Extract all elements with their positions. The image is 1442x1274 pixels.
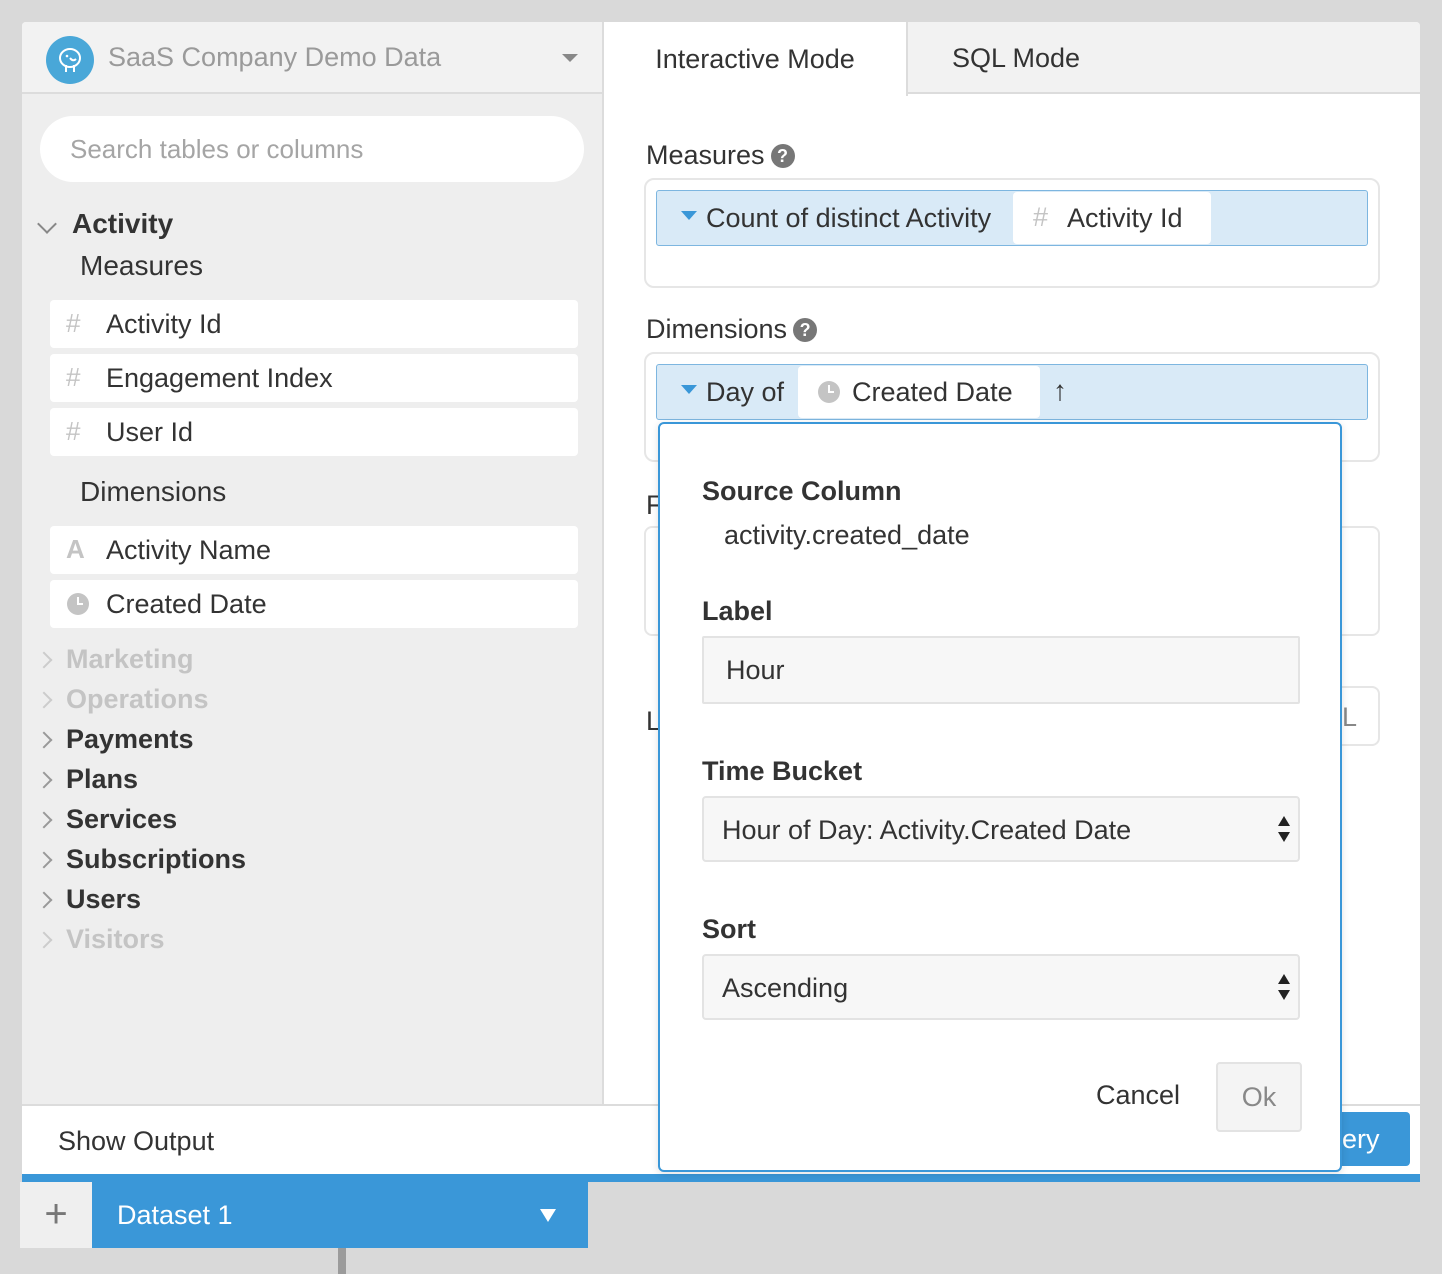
mode-tabs: Interactive Mode SQL Mode — [604, 22, 1420, 96]
dimension-bucket-prefix: Day of — [706, 377, 785, 407]
clock-icon — [67, 593, 89, 615]
chevron-down-icon — [562, 54, 578, 62]
chevron-right-icon — [35, 651, 53, 669]
time-bucket-select[interactable]: Hour of Day: Activity.Created Date — [702, 796, 1300, 862]
measure-field-label: Activity Id — [1067, 203, 1183, 233]
label-input[interactable] — [702, 636, 1300, 704]
dataset-tab-1[interactable]: Dataset 1 — [92, 1182, 588, 1248]
label-field-label: Label — [702, 596, 773, 626]
source-column-label: Source Column — [702, 476, 902, 506]
field-engagement-index[interactable]: # Engagement Index — [50, 354, 578, 402]
caret-down-icon[interactable] — [540, 1209, 556, 1222]
chevron-right-icon — [35, 771, 53, 789]
measures-section-label: Measures? — [646, 140, 795, 171]
measures-group-label: Measures — [80, 250, 203, 281]
datasource-selector[interactable]: SaaS Company Demo Data — [22, 22, 602, 94]
postgresql-elephant-icon — [46, 36, 94, 84]
field-label: Activity Name — [106, 535, 272, 565]
dimension-pill[interactable]: Day of Created Date ↑ — [656, 364, 1368, 420]
chevron-right-icon — [35, 691, 53, 709]
field-created-date[interactable]: Created Date — [50, 580, 578, 628]
cancel-button[interactable]: Cancel — [1096, 1080, 1180, 1111]
chevron-right-icon — [35, 731, 53, 749]
table-label: Services — [66, 804, 178, 834]
table-label: Operations — [66, 684, 209, 714]
field-label: User Id — [106, 417, 194, 447]
caret-down-icon[interactable] — [681, 385, 697, 394]
schema-panel: SaaS Company Demo Data Activity Measures… — [22, 22, 604, 1104]
hash-icon: # — [1033, 202, 1049, 232]
dataset-tab-label: Dataset 1 — [117, 1200, 233, 1230]
field-label: Engagement Index — [106, 363, 333, 393]
chevron-right-icon — [35, 811, 53, 829]
sort-label: Sort — [702, 914, 756, 944]
dimension-settings-popover: Source Column activity.created_date Labe… — [658, 422, 1342, 1172]
help-icon[interactable]: ? — [793, 318, 818, 342]
measure-aggregation: Count of distinct Activity — [706, 203, 992, 233]
chevron-right-icon — [35, 851, 53, 869]
measure-pill[interactable]: Count of distinct Activity # Activity Id — [656, 190, 1368, 246]
table-activity[interactable]: Activity — [72, 208, 173, 240]
select-arrows-icon — [1278, 974, 1290, 1002]
dimension-field-chip[interactable]: Created Date — [798, 366, 1040, 418]
search-input[interactable] — [40, 116, 584, 182]
sort-select[interactable]: Ascending — [702, 954, 1300, 1020]
chevron-right-icon — [35, 931, 53, 949]
hash-icon: # — [66, 416, 81, 446]
caret-down-icon[interactable] — [681, 211, 697, 220]
dimension-field-label: Created Date — [852, 377, 1013, 407]
dimensions-section-label: Dimensions? — [646, 314, 818, 345]
hash-icon: # — [66, 362, 81, 392]
chevron-right-icon — [35, 891, 53, 909]
sort-value: Ascending — [722, 973, 849, 1003]
table-label: Visitors — [66, 924, 165, 954]
time-bucket-label: Time Bucket — [702, 756, 863, 786]
flow-connector — [338, 1248, 346, 1274]
run-query-label: ery — [1342, 1124, 1380, 1154]
table-label: Plans — [66, 764, 139, 794]
table-label: Users — [66, 884, 142, 914]
field-label: Created Date — [106, 589, 267, 619]
clock-icon — [818, 381, 840, 403]
chevron-down-icon[interactable] — [37, 214, 57, 234]
tab-interactive-mode[interactable]: Interactive Mode — [604, 22, 908, 96]
measure-field-chip[interactable]: # Activity Id — [1013, 192, 1211, 244]
sort-ascending-icon[interactable]: ↑ — [1053, 375, 1067, 407]
field-user-id[interactable]: # User Id — [50, 408, 578, 456]
field-activity-id[interactable]: # Activity Id — [50, 300, 578, 348]
hash-icon: # — [66, 308, 81, 338]
show-output-toggle[interactable]: Show Output — [58, 1126, 214, 1157]
datasource-name: SaaS Company Demo Data — [108, 42, 442, 72]
field-label: Activity Id — [106, 309, 222, 339]
source-column-value: activity.created_date — [724, 520, 970, 550]
help-icon[interactable]: ? — [770, 144, 795, 168]
time-bucket-value: Hour of Day: Activity.Created Date — [722, 815, 1132, 845]
add-dataset-button[interactable]: + — [20, 1182, 92, 1248]
tab-sql-mode[interactable]: SQL Mode — [908, 22, 1124, 94]
select-arrows-icon — [1278, 816, 1290, 844]
table-label: Subscriptions — [66, 844, 247, 874]
text-type-icon: A — [66, 534, 85, 564]
field-activity-name[interactable]: A Activity Name — [50, 526, 578, 574]
ok-button[interactable]: Ok — [1216, 1062, 1302, 1132]
limit-toggle-label: L — [1342, 702, 1358, 732]
dimensions-label-text: Dimensions — [646, 314, 788, 344]
measures-label-text: Measures — [646, 140, 765, 170]
table-label: Marketing — [66, 644, 194, 674]
dimensions-group-label: Dimensions — [80, 476, 227, 507]
table-label: Payments — [66, 724, 194, 754]
accent-divider — [22, 1174, 1420, 1182]
